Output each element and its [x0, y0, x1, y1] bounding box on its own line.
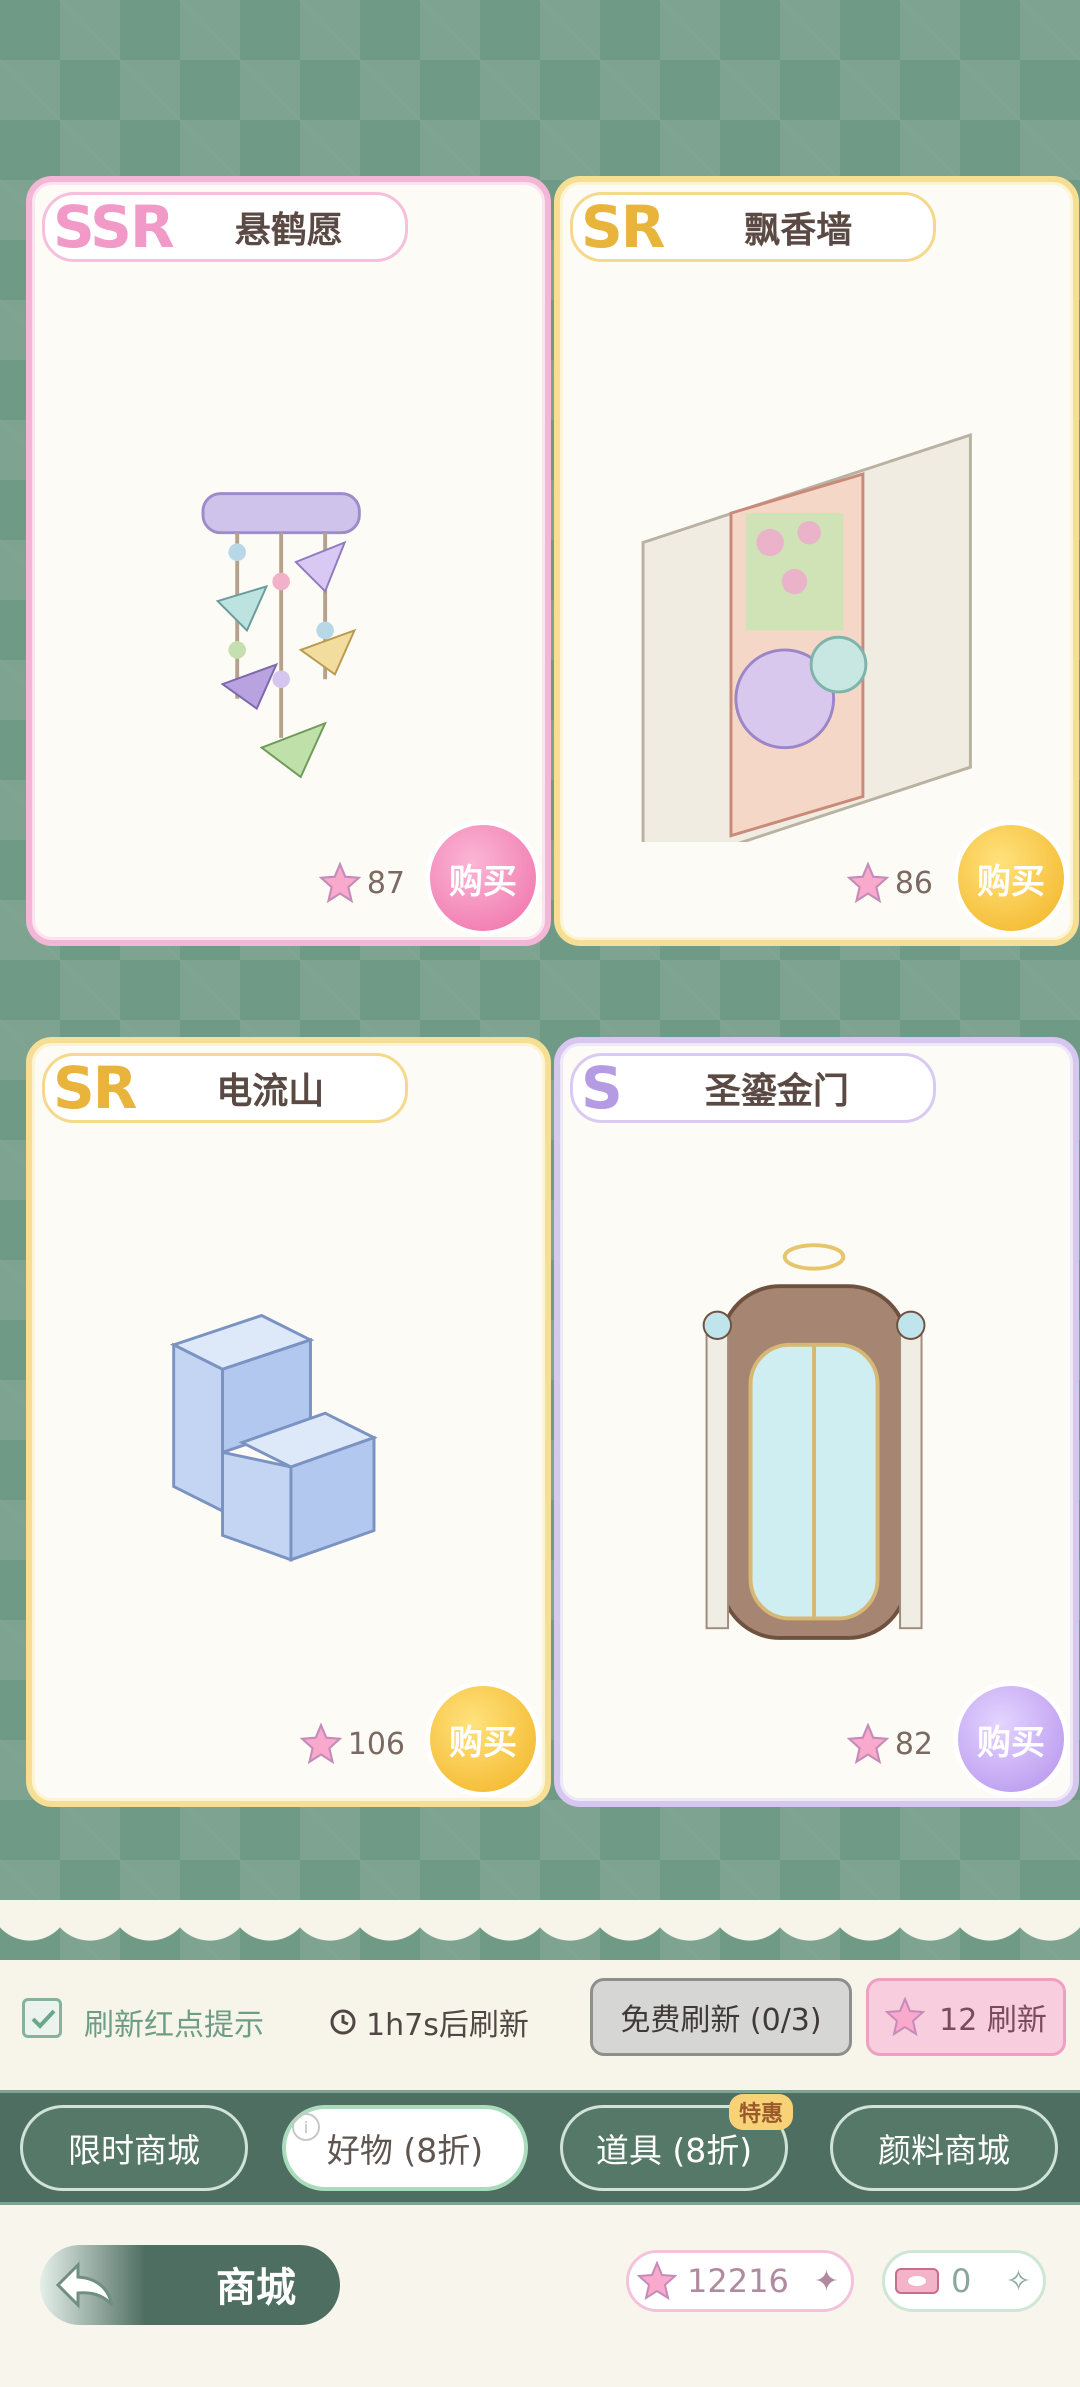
price-value: 82 [894, 1726, 933, 1762]
add-icon[interactable]: ✧ [1006, 2264, 1031, 2299]
tab-goods[interactable]: i 好物 (8折) [282, 2105, 528, 2191]
paid-refresh-button[interactable]: 12 刷新 [866, 1978, 1066, 2056]
price-value: 106 [347, 1726, 405, 1762]
shop-card-4[interactable]: S 圣鎏金门 82 购买 [554, 1037, 1079, 1807]
lace-border [0, 1850, 1080, 1960]
star-currency-icon [318, 862, 361, 904]
ticket-currency-value: 0 [951, 2262, 972, 2300]
crane-mobile-image [201, 492, 361, 779]
item-name: 电流山 [216, 1071, 325, 1112]
refresh-timer: 1h7s后刷新 [328, 2000, 529, 2044]
back-arrow-icon [55, 2261, 114, 2309]
ticket-currency-balance[interactable]: 0 ✧ [882, 2250, 1046, 2312]
refresh-reminder-checkbox[interactable] [22, 1998, 62, 2038]
star-currency-icon [885, 1997, 926, 2037]
shop-card-2[interactable]: SR 飘香墙 86 购买 [554, 176, 1079, 946]
card-header: SR 电流山 [42, 1053, 408, 1123]
special-offer-badge: 特惠 [728, 2094, 793, 2130]
card-header: SSR 悬鹤愿 [42, 192, 408, 262]
timer-text: 1h7s后刷新 [366, 2008, 529, 2043]
rarity-badge: SSR [53, 193, 175, 261]
tab-label: 限时商城 [68, 2131, 200, 2170]
shop-card-1[interactable]: SSR 悬鹤愿 87 购买 [26, 176, 551, 946]
buy-button[interactable]: 购买 [425, 1681, 541, 1797]
star-currency-icon [846, 1723, 889, 1765]
clock-icon [330, 2009, 356, 2035]
refresh-reminder-label: 刷新红点提示 [84, 2008, 264, 2043]
star-currency-value: 12216 [687, 2262, 789, 2300]
price: 82 [846, 1723, 933, 1765]
price-value: 87 [366, 865, 405, 901]
tab-dye-shop[interactable]: 颜料商城 [830, 2105, 1058, 2191]
flower-wall-image [641, 432, 972, 842]
price: 86 [846, 862, 933, 904]
golden-door-image [702, 1243, 926, 1640]
tab-label: 道具 (8折) [595, 2131, 753, 2170]
info-icon[interactable]: i [292, 2113, 320, 2141]
shop-card-3[interactable]: SR 电流山 106 购买 [26, 1037, 551, 1807]
rarity-badge: SR [581, 193, 665, 261]
price-value: 86 [894, 865, 933, 901]
rarity-badge: S [581, 1054, 623, 1122]
back-button[interactable]: 商城 [40, 2245, 340, 2325]
price: 106 [299, 1723, 405, 1765]
tab-label: 颜料商城 [878, 2131, 1010, 2170]
page-title: 商城 [216, 2265, 296, 2311]
ticket-icon [895, 2268, 939, 2294]
rarity-badge: SR [53, 1054, 137, 1122]
footer-bar: 商城 12216 ✦ 0 ✧ [0, 2205, 1080, 2387]
tab-label: 好物 (8折) [326, 2131, 484, 2170]
star-currency-balance[interactable]: 12216 ✦ [626, 2250, 854, 2312]
card-header: S 圣鎏金门 [570, 1053, 936, 1123]
buy-button[interactable]: 购买 [953, 1681, 1069, 1797]
buy-button[interactable]: 购买 [425, 820, 541, 936]
check-icon [31, 2009, 56, 2029]
item-name: 飘香墙 [744, 210, 853, 251]
add-icon[interactable]: ✦ [814, 2264, 839, 2299]
star-currency-icon [846, 862, 889, 904]
star-currency-icon [637, 2261, 677, 2301]
tab-items[interactable]: 道具 (8折) 特惠 [560, 2094, 793, 2191]
item-name: 圣鎏金门 [704, 1071, 849, 1112]
buy-button[interactable]: 购买 [953, 820, 1069, 936]
paid-refresh-label: 12 刷新 [939, 2003, 1047, 2038]
star-currency-icon [299, 1723, 342, 1765]
refresh-bar: 刷新红点提示 1h7s后刷新 免费刷新 (0/3) 12 刷新 [0, 1960, 1080, 2080]
electric-mountain-image [169, 1313, 378, 1562]
shop-tabs: 限时商城 i 好物 (8折) 道具 (8折) 特惠 颜料商城 [0, 2090, 1080, 2205]
free-refresh-button[interactable]: 免费刷新 (0/3) [590, 1978, 852, 2056]
tab-limited-shop[interactable]: 限时商城 [20, 2105, 248, 2191]
price: 87 [318, 862, 405, 904]
card-header: SR 飘香墙 [570, 192, 936, 262]
item-name: 悬鹤愿 [234, 210, 343, 251]
